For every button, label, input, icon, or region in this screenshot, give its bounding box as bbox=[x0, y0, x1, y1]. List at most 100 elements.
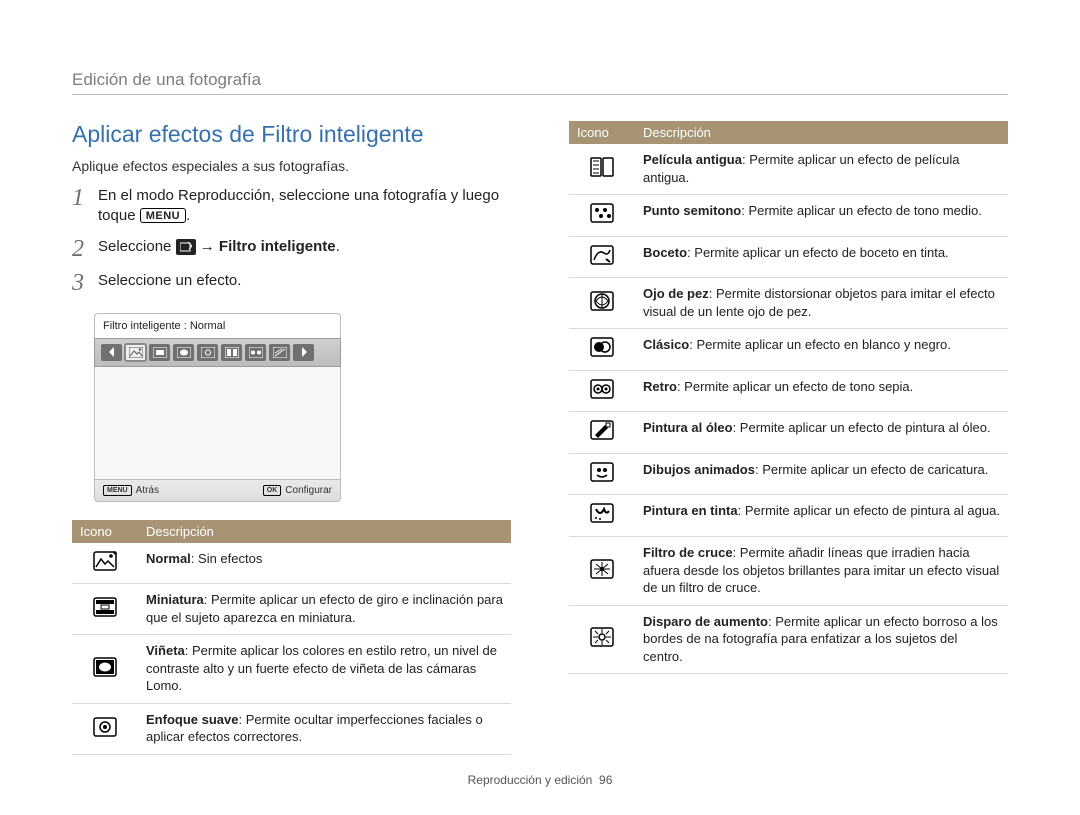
th-icon: Icono bbox=[72, 520, 138, 543]
row-desc-cell: Normal: Sin efectos bbox=[138, 543, 511, 584]
table-row: Normal: Sin efectos bbox=[72, 543, 511, 584]
lead-text: Aplique efectos especiales a sus fotogra… bbox=[72, 158, 511, 174]
camera-preview-area bbox=[94, 367, 341, 480]
filter-icon bbox=[589, 461, 615, 483]
row-icon-cell bbox=[72, 703, 138, 754]
filter-icon bbox=[589, 202, 615, 224]
filter-icon bbox=[589, 290, 615, 312]
filter-vignette-icon bbox=[173, 344, 194, 361]
row-desc-cell: Película antigua: Permite aplicar un efe… bbox=[635, 144, 1008, 195]
row-icon-cell bbox=[569, 144, 635, 195]
step-number: 2 bbox=[72, 237, 88, 261]
filter-icon bbox=[92, 656, 118, 678]
row-desc-cell: Filtro de cruce: Permite añadir líneas q… bbox=[635, 537, 1008, 606]
step-2-bold: Filtro inteligente bbox=[219, 238, 336, 255]
th-desc: Descripción bbox=[138, 520, 511, 543]
row-desc-cell: Retro: Permite aplicar un efecto de tono… bbox=[635, 370, 1008, 412]
filter-icon bbox=[589, 156, 615, 178]
step-2: 2 Seleccione → Filtro inteligente. bbox=[72, 237, 511, 261]
row-icon-cell bbox=[569, 278, 635, 329]
table-row: Disparo de aumento: Permite aplicar un e… bbox=[569, 605, 1008, 674]
row-icon-cell bbox=[569, 412, 635, 454]
filter-name: Boceto bbox=[643, 245, 687, 260]
row-icon-cell bbox=[569, 537, 635, 606]
filter-name: Punto semitono bbox=[643, 203, 741, 218]
filter-halftone-icon bbox=[245, 344, 266, 361]
filter-name: Enfoque suave bbox=[146, 712, 238, 727]
table-row: Retro: Permite aplicar un efecto de tono… bbox=[569, 370, 1008, 412]
row-icon-cell bbox=[72, 543, 138, 584]
row-icon-cell bbox=[569, 495, 635, 537]
strip-left-icon bbox=[101, 344, 122, 361]
menu-button-icon: MENU bbox=[140, 208, 186, 223]
menu-button-icon: MENU bbox=[103, 485, 132, 496]
footer-page: 96 bbox=[599, 773, 612, 787]
filter-name: Clásico bbox=[643, 337, 689, 352]
filter-icon bbox=[589, 626, 615, 648]
step-3-text: Seleccione un efecto. bbox=[98, 271, 241, 291]
camera-screen-mock: Filtro inteligente : Normal MENU Atrás bbox=[94, 313, 341, 502]
th-desc: Descripción bbox=[635, 121, 1008, 144]
filter-soft-focus-icon bbox=[197, 344, 218, 361]
row-icon-cell bbox=[72, 584, 138, 635]
row-desc-cell: Dibujos animados: Permite aplicar un efe… bbox=[635, 453, 1008, 495]
filter-sketch-icon bbox=[269, 344, 290, 361]
row-desc-cell: Clásico: Permite aplicar un efecto en bl… bbox=[635, 329, 1008, 371]
page-footer: Reproducción y edición 96 bbox=[0, 773, 1080, 787]
row-desc-cell: Disparo de aumento: Permite aplicar un e… bbox=[635, 605, 1008, 674]
filter-name: Ojo de pez bbox=[643, 286, 709, 301]
filter-name: Retro bbox=[643, 379, 677, 394]
strip-right-icon bbox=[293, 344, 314, 361]
filter-desc: : Sin efectos bbox=[191, 551, 263, 566]
filter-icon bbox=[92, 550, 118, 572]
step-1: 1 En el modo Reproducción, seleccione un… bbox=[72, 186, 511, 227]
camera-ok-button: OK Configurar bbox=[263, 485, 332, 496]
filter-icon bbox=[589, 558, 615, 580]
step-3: 3 Seleccione un efecto. bbox=[72, 271, 511, 295]
table-row: Pintura en tinta: Permite aplicar un efe… bbox=[569, 495, 1008, 537]
filter-icon bbox=[589, 419, 615, 441]
row-desc-cell: Punto semitono: Permite aplicar un efect… bbox=[635, 195, 1008, 237]
filter-name: Miniatura bbox=[146, 592, 204, 607]
filter-normal-icon bbox=[125, 344, 146, 361]
table-row: Boceto: Permite aplicar un efecto de boc… bbox=[569, 236, 1008, 278]
filter-name: Dibujos animados bbox=[643, 462, 755, 477]
filter-icon bbox=[92, 596, 118, 618]
filter-icon bbox=[589, 502, 615, 524]
filter-icon bbox=[589, 336, 615, 358]
filter-name: Viñeta bbox=[146, 643, 185, 658]
filter-desc: : Permite aplicar un efecto de pintura a… bbox=[733, 420, 991, 435]
page-title: Aplicar efectos de Filtro inteligente bbox=[72, 121, 511, 148]
camera-back-button: MENU Atrás bbox=[103, 485, 159, 496]
row-desc-cell: Pintura al óleo: Permite aplicar un efec… bbox=[635, 412, 1008, 454]
row-desc-cell: Pintura en tinta: Permite aplicar un efe… bbox=[635, 495, 1008, 537]
filter-old-film-icon bbox=[221, 344, 242, 361]
left-column: Aplicar efectos de Filtro inteligente Ap… bbox=[72, 121, 511, 755]
filter-name: Filtro de cruce bbox=[643, 545, 733, 560]
filter-desc: : Permite aplicar un efecto de caricatur… bbox=[755, 462, 988, 477]
edit-icon bbox=[176, 239, 196, 255]
filter-icon bbox=[589, 244, 615, 266]
camera-screen-title: Filtro inteligente : Normal bbox=[94, 313, 341, 338]
row-desc-cell: Enfoque suave: Permite ocultar imperfecc… bbox=[138, 703, 511, 754]
table-row: Clásico: Permite aplicar un efecto en bl… bbox=[569, 329, 1008, 371]
table-row: Enfoque suave: Permite ocultar imperfecc… bbox=[72, 703, 511, 754]
table-row: Miniatura: Permite aplicar un efecto de … bbox=[72, 584, 511, 635]
footer-label: Reproducción y edición bbox=[468, 773, 593, 787]
filter-name: Pintura en tinta bbox=[643, 503, 738, 518]
row-icon-cell bbox=[569, 453, 635, 495]
step-1-text-post: . bbox=[186, 207, 190, 224]
filter-name: Pintura al óleo bbox=[643, 420, 733, 435]
th-icon: Icono bbox=[569, 121, 635, 144]
filter-desc: : Permite aplicar un efecto de tono sepi… bbox=[677, 379, 913, 394]
step-number: 1 bbox=[72, 186, 88, 210]
filter-desc: : Permite aplicar un efecto en blanco y … bbox=[689, 337, 951, 352]
step-2-text-pre: Seleccione bbox=[98, 238, 176, 255]
filter-name: Disparo de aumento bbox=[643, 614, 768, 629]
table-row: Filtro de cruce: Permite añadir líneas q… bbox=[569, 537, 1008, 606]
step-2-arrow: → bbox=[200, 238, 219, 255]
filter-miniature-icon bbox=[149, 344, 170, 361]
row-icon-cell bbox=[72, 635, 138, 704]
camera-back-label: Atrás bbox=[136, 485, 159, 496]
row-icon-cell bbox=[569, 195, 635, 237]
